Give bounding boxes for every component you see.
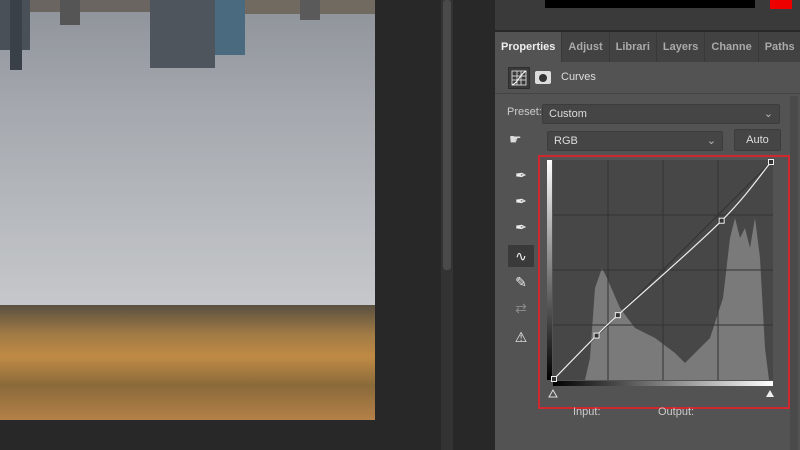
canvas-scrollbar-thumb[interactable] <box>443 0 451 270</box>
black-eyedropper-icon[interactable]: ✒ <box>508 164 534 186</box>
tab-adjustments[interactable]: Adjust <box>562 32 610 62</box>
tab-paths[interactable]: Paths <box>759 32 800 62</box>
adjustment-title: Curves <box>561 71 596 83</box>
tab-channels[interactable]: Channe <box>705 32 759 62</box>
output-label: Output: <box>658 406 695 418</box>
tab-libraries[interactable]: Librari <box>610 32 657 62</box>
input-label: Input: <box>573 406 601 418</box>
panel-tabs: Properties Adjust Librari Layers Channe … <box>495 32 800 62</box>
mask-icon[interactable] <box>535 71 551 84</box>
preset-dropdown[interactable]: Custom ⌄ <box>542 104 780 124</box>
channel-value: RGB <box>554 135 578 147</box>
chevron-down-icon: ⌄ <box>763 108 773 120</box>
inverted-city-image <box>0 0 375 70</box>
tab-layers[interactable]: Layers <box>657 32 706 62</box>
color-bar <box>545 0 755 8</box>
auto-button[interactable]: Auto <box>734 129 781 151</box>
gray-eyedropper-icon[interactable]: ✒ <box>508 190 534 212</box>
on-image-adjust-icon[interactable]: ☛ <box>509 131 522 148</box>
white-eyedropper-icon[interactable]: ✒ <box>508 216 534 238</box>
chevron-down-icon: ⌄ <box>706 135 716 147</box>
preset-value: Custom <box>549 108 587 120</box>
smooth-icon[interactable]: ⇄ <box>508 297 534 319</box>
pencil-icon[interactable]: ✎ <box>508 271 534 293</box>
panel-scrollbar[interactable] <box>790 96 798 450</box>
channel-dropdown[interactable]: RGB ⌄ <box>547 131 723 151</box>
highlight-box <box>538 155 790 409</box>
preset-label: Preset: <box>507 106 542 118</box>
curve-point-tool-icon[interactable]: ∿ <box>508 245 534 267</box>
document-canvas[interactable] <box>0 0 375 420</box>
curves-icon[interactable] <box>508 67 530 89</box>
color-swatch[interactable] <box>770 0 792 9</box>
properties-header: Curves <box>495 62 800 94</box>
tab-properties[interactable]: Properties <box>495 32 563 62</box>
landscape-ground <box>0 305 375 420</box>
clipping-warning-icon[interactable]: ⚠ <box>508 326 534 348</box>
